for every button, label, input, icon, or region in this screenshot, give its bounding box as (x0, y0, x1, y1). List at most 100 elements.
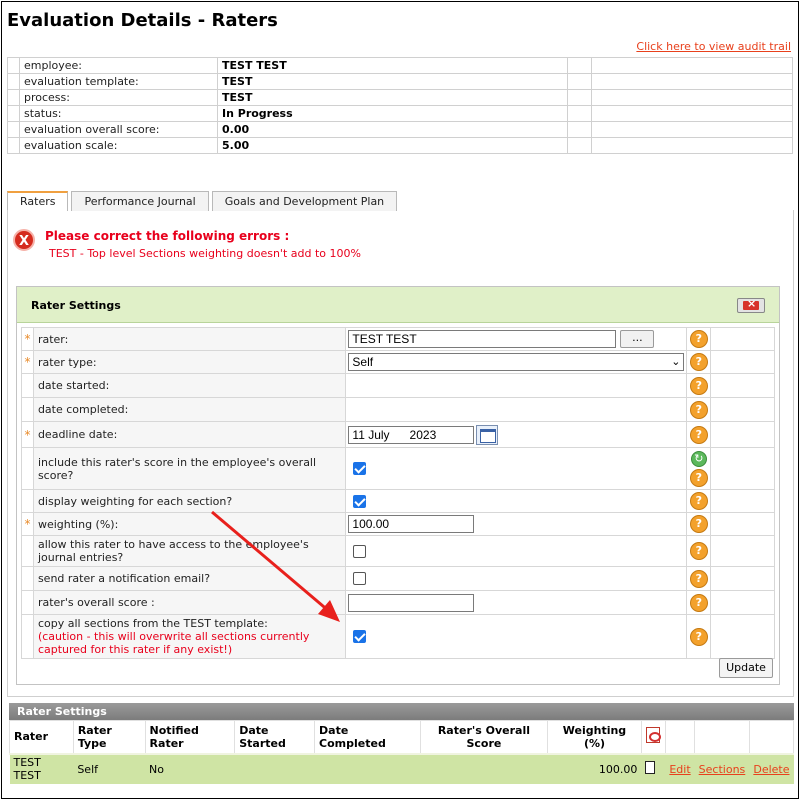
rater-settings-panel: Rater Settings × * rater: TEST TEST... ?… (16, 286, 780, 685)
overall-score-cell (420, 752, 548, 784)
pdf-icon[interactable] (645, 727, 661, 744)
form-row-notification: send rater a notification email? ? (21, 566, 775, 591)
date-completed-cell (314, 752, 421, 784)
overall-score-input[interactable] (348, 593, 475, 612)
info-label: process: (19, 89, 218, 106)
required-marker: * (21, 350, 34, 374)
info-row: evaluation overall score: 0.00 (7, 121, 793, 138)
include-score-label: include this rater's score in the employ… (32, 447, 347, 490)
form-row-copy-sections: copy all sections from the TEST template… (21, 614, 775, 659)
column-header: Rater's Overall Score (419, 720, 549, 754)
column-header: Notified Rater (144, 720, 236, 754)
tab-performance-journal[interactable]: Performance Journal (71, 191, 209, 211)
help-icon[interactable]: ? (689, 353, 708, 371)
page-title: Evaluation Details - Raters (7, 10, 278, 31)
form-row-include-score: include this rater's score in the employ… (21, 447, 775, 490)
tab-bar: Raters Performance Journal Goals and Dev… (7, 191, 400, 211)
audit-trail-link[interactable]: Click here to view audit trail (636, 40, 791, 53)
error-title: Please correct the following errors : (45, 229, 290, 243)
notification-label: send rater a notification email? (32, 566, 347, 591)
info-row: process: TEST (7, 89, 793, 106)
column-header: Date Completed (314, 720, 421, 754)
help-icon[interactable]: ? (689, 542, 708, 560)
info-label: employee: (19, 57, 218, 74)
date-started-cell (234, 752, 315, 784)
info-value: TEST (217, 89, 568, 106)
grid-header-row: Rater Rater Type Notified Rater Date Sta… (9, 720, 795, 754)
form-row-rater-type: * rater type: Self ⌄ ? (21, 350, 775, 374)
info-row: evaluation template: TEST (7, 73, 793, 90)
info-row: evaluation scale: 5.00 (7, 137, 793, 154)
close-button[interactable]: × (737, 297, 765, 313)
help-icon[interactable]: ? (689, 330, 708, 348)
form-row-overall-score: rater's overall score : ? (21, 590, 775, 615)
display-weighting-checkbox[interactable] (353, 494, 367, 508)
weighting-cell: 100.00 (547, 752, 642, 784)
info-row: status: In Progress (7, 105, 793, 122)
edit-link[interactable]: Edit (669, 763, 690, 776)
rater-type-select[interactable]: Self ⌄ (348, 353, 685, 371)
info-label: status: (19, 105, 218, 122)
rater-input[interactable]: TEST TEST (348, 330, 617, 348)
info-value: 5.00 (217, 137, 568, 154)
notification-checkbox[interactable] (353, 572, 367, 586)
weighting-input[interactable]: 100.00 (348, 515, 475, 533)
info-label: evaluation template: (19, 73, 218, 90)
delete-link[interactable]: Delete (753, 763, 789, 776)
help-icon[interactable]: ? (689, 627, 708, 646)
info-value: TEST TEST (217, 57, 568, 74)
close-icon: × (747, 297, 757, 310)
help-icon[interactable]: ? (689, 569, 708, 588)
info-value: 0.00 (217, 121, 568, 138)
notified-cell: No (145, 752, 235, 784)
help-icon[interactable]: ? (689, 515, 708, 533)
info-label: evaluation overall score: (19, 121, 218, 138)
error-icon: X (13, 229, 35, 251)
chevron-down-icon: ⌄ (671, 356, 681, 368)
form-row-date-completed: date completed: ? (21, 397, 775, 422)
journal-access-label: allow this rater to have access to the e… (32, 535, 347, 567)
weighting-label: weighting (%): (32, 512, 347, 536)
required-marker: * (21, 327, 34, 351)
copy-sections-caution: (caution - this will overwrite all secti… (37, 630, 310, 656)
deadline-date-input[interactable]: 11 July 2023 (348, 425, 475, 444)
rater-settings-form: * rater: TEST TEST... ? * rater type: Se… (21, 327, 775, 659)
date-completed-label: date completed: (32, 397, 347, 422)
rater-cell: TEST TEST (9, 752, 74, 784)
column-header: Rater Type (72, 720, 146, 754)
document-icon[interactable] (645, 761, 656, 774)
help-icon[interactable]: ? (689, 492, 708, 510)
include-score-checkbox[interactable] (353, 462, 367, 476)
deadline-date-label: deadline date: (32, 421, 347, 448)
help-icon[interactable]: ? (689, 400, 708, 419)
required-marker: * (21, 421, 34, 448)
form-row-weighting: * weighting (%): 100.00 ? (21, 512, 775, 536)
copy-sections-checkbox[interactable] (353, 630, 367, 644)
update-button[interactable]: Update (719, 658, 773, 678)
required-marker: * (21, 512, 34, 536)
table-row: TEST TEST Self No 100.00 Edit Sections D… (9, 752, 794, 784)
form-row-deadline-date: * deadline date: 11 July 2023 ? (21, 421, 775, 448)
tab-raters[interactable]: Raters (7, 191, 69, 211)
date-started-label: date started: (32, 373, 347, 398)
form-row-date-started: date started: ? (21, 373, 775, 398)
sections-link[interactable]: Sections (699, 763, 746, 776)
info-value: In Progress (217, 105, 568, 122)
help-icon[interactable]: ? (689, 593, 708, 612)
rater-settings-title: Rater Settings (31, 299, 121, 312)
display-weighting-label: display weighting for each section? (32, 489, 347, 513)
info-label: evaluation scale: (19, 137, 218, 154)
evaluation-info-table: employee: TEST TEST evaluation template: T… (7, 57, 793, 154)
rater-type-cell: Self (73, 752, 146, 784)
calendar-icon[interactable] (476, 424, 499, 445)
rater-browse-button[interactable]: ... (620, 330, 655, 348)
overall-score-label: rater's overall score : (32, 590, 347, 615)
rater-grid-title: Rater Settings (9, 703, 794, 720)
tab-goals-development-plan[interactable]: Goals and Development Plan (211, 191, 398, 211)
refresh-icon[interactable]: ↻ (690, 450, 707, 467)
help-icon[interactable]: ? (689, 376, 708, 395)
help-icon[interactable]: ? (689, 468, 708, 487)
column-header: Weighting (%) (547, 720, 642, 754)
help-icon[interactable]: ? (689, 425, 708, 444)
journal-access-checkbox[interactable] (353, 544, 367, 558)
